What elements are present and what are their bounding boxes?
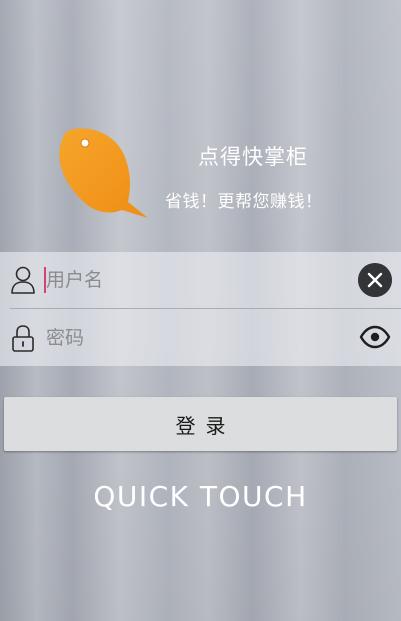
- password-row: [0, 310, 401, 366]
- user-icon: [11, 266, 35, 294]
- login-button[interactable]: 登录: [4, 397, 397, 451]
- fish-logo-icon: [59, 128, 148, 218]
- brand-text: QUICK TOUCH: [93, 480, 308, 513]
- username-row: [0, 252, 401, 309]
- text-cursor: [44, 267, 46, 293]
- lock-icon: [12, 325, 34, 352]
- field-divider: [10, 308, 401, 309]
- clear-icon[interactable]: [358, 263, 392, 297]
- login-form: [0, 252, 401, 366]
- password-input[interactable]: [44, 320, 346, 356]
- app-slogan: 省钱！更帮您赚钱！: [165, 192, 323, 212]
- app-title: 点得快掌柜: [198, 145, 308, 169]
- eye-icon[interactable]: [359, 324, 391, 350]
- username-input[interactable]: [44, 262, 346, 298]
